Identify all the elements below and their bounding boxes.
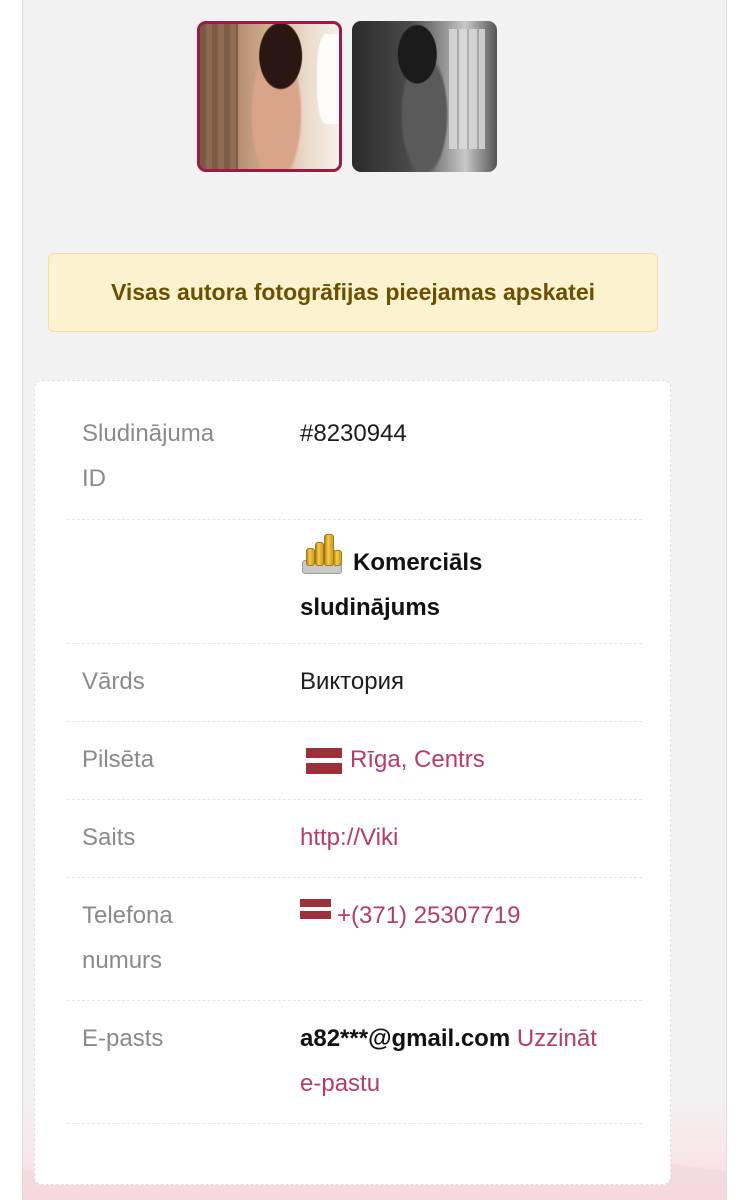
photos-notice: Visas autora fotogrāfijas pieejamas apsk… bbox=[48, 253, 658, 332]
name-value: Виктория bbox=[300, 668, 405, 695]
city-label: Pilsēta bbox=[82, 746, 155, 773]
photo-thumbnail-1[interactable] bbox=[197, 21, 342, 172]
city-value: Rīga, Centrs bbox=[300, 737, 640, 782]
email-label: E-pasts bbox=[82, 1025, 164, 1052]
ad-details-card: Sludinājuma ID #8230944 Komerciāls sludi… bbox=[34, 380, 671, 1185]
photo-thumbnails bbox=[197, 21, 497, 172]
phone-label: Telefona numurs bbox=[82, 902, 173, 974]
phone-link[interactable]: +(371) 25307719 bbox=[337, 902, 521, 929]
ad-type-line2: sludinājums bbox=[300, 594, 441, 621]
ad-id-label: Sludinājuma ID bbox=[82, 420, 215, 492]
notice-text: Visas autora fotogrāfijas pieejamas apsk… bbox=[110, 279, 596, 305]
site-value: http://Viki bbox=[300, 815, 640, 860]
name-label: Vārds bbox=[82, 668, 145, 695]
row-phone: Telefona numurs +(371) 25307719 bbox=[67, 878, 642, 1001]
row-ad-type: Komerciāls sludinājums bbox=[67, 520, 642, 644]
row-site: Saits http://Viki bbox=[67, 800, 642, 878]
phone-value: +(371) 25307719 bbox=[300, 893, 640, 938]
site-link[interactable]: http://Viki bbox=[300, 824, 398, 851]
email-value: a82***@gmail.com Uzzināt e-pastu bbox=[300, 1016, 640, 1106]
latvia-flag-icon bbox=[300, 899, 331, 919]
ad-id-value: #8230944 bbox=[300, 420, 407, 447]
row-name: Vārds Виктория bbox=[67, 644, 642, 722]
latvia-flag-icon bbox=[306, 747, 342, 774]
photo-thumbnail-2[interactable] bbox=[352, 21, 497, 172]
city-link[interactable]: Rīga, Centrs bbox=[350, 746, 485, 773]
row-city: Pilsēta Rīga, Centrs bbox=[67, 722, 642, 800]
coins-icon bbox=[300, 534, 345, 576]
site-label: Saits bbox=[82, 824, 136, 851]
ad-type-line1: Komerciāls bbox=[353, 549, 483, 576]
row-email: E-pasts a82***@gmail.com Uzzināt e-pastu bbox=[67, 1001, 642, 1124]
row-ad-id: Sludinājuma ID #8230944 bbox=[67, 401, 642, 520]
email-masked: a82***@gmail.com bbox=[300, 1025, 511, 1052]
ad-type-value: Komerciāls sludinājums bbox=[300, 534, 640, 630]
